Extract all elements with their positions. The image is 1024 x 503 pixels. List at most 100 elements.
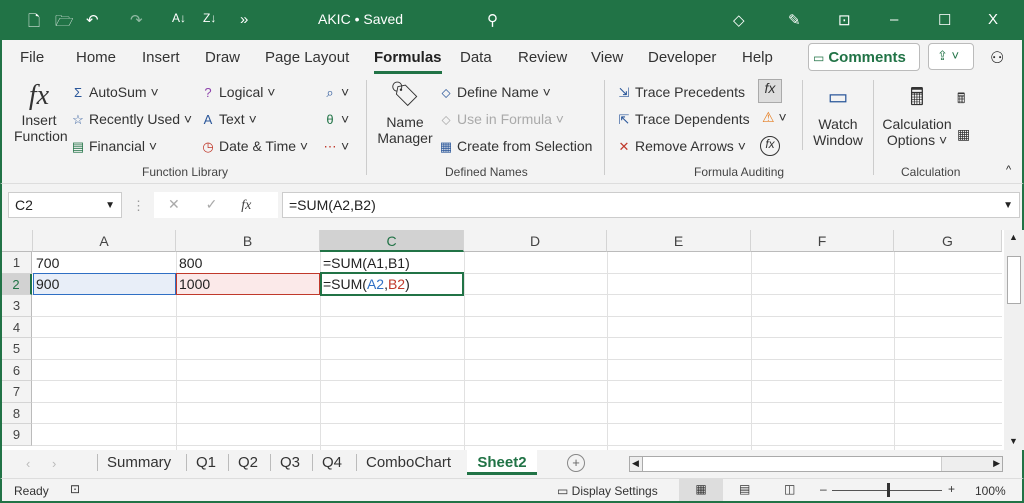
minimize-button[interactable]: – bbox=[890, 11, 898, 28]
trace-precedents-button[interactable]: ⇲ Trace Precedents bbox=[616, 84, 745, 101]
row-header[interactable]: 8 bbox=[2, 402, 32, 424]
financial-button[interactable]: ▤ Financial ˅ bbox=[70, 138, 157, 155]
sort-za-icon[interactable]: Z↓ bbox=[203, 11, 216, 25]
create-from-selection-button[interactable]: ▦ Create from Selection bbox=[438, 138, 593, 155]
sheet-tab[interactable]: Q3 bbox=[270, 454, 309, 471]
sheet-tab-active[interactable]: Sheet2 bbox=[467, 450, 537, 475]
cell-a1[interactable]: 700 bbox=[33, 255, 59, 271]
document-title[interactable]: AKIC • Saved bbox=[318, 11, 403, 27]
insert-function-icon[interactable]: fx bbox=[241, 198, 251, 213]
row-header[interactable]: 3 bbox=[2, 295, 32, 317]
sort-az-icon[interactable]: A↓ bbox=[172, 11, 186, 25]
define-name-button[interactable]: ⬦ Define Name ˅ bbox=[438, 84, 550, 101]
sheet-tab[interactable]: Q1 bbox=[186, 454, 225, 471]
display-settings-button[interactable]: ▭ Display Settings bbox=[557, 484, 658, 498]
next-sheet-icon[interactable]: › bbox=[52, 456, 56, 471]
search-icon[interactable]: ⚲ bbox=[487, 11, 498, 29]
watch-window-button[interactable]: ▭ Watch Window bbox=[810, 84, 866, 148]
sheet-tab[interactable]: ComboChart bbox=[356, 454, 460, 471]
math-trig-button[interactable]: θ ˅ bbox=[322, 111, 349, 127]
autosum-button[interactable]: Σ AutoSum ˅ bbox=[70, 84, 159, 100]
cancel-icon[interactable]: ✕ bbox=[168, 196, 180, 212]
zoom-slider-thumb[interactable] bbox=[887, 483, 890, 497]
more-icon[interactable]: » bbox=[240, 11, 248, 28]
tab-review[interactable]: Review bbox=[518, 49, 567, 66]
scroll-thumb[interactable] bbox=[1007, 256, 1021, 304]
calculate-sheet-button[interactable]: ▦ bbox=[957, 126, 970, 143]
remove-arrows-button[interactable]: ✕ Remove Arrows ˅ bbox=[616, 138, 746, 155]
vertical-scrollbar[interactable]: ▲ ▼ bbox=[1004, 230, 1024, 450]
sheet-tab[interactable]: Q4 bbox=[312, 454, 351, 471]
column-header[interactable]: F bbox=[751, 230, 894, 252]
column-header[interactable]: C bbox=[320, 230, 464, 252]
tab-page-layout[interactable]: Page Layout bbox=[265, 49, 349, 66]
formula-input[interactable]: =SUM(A2,B2) ▼ bbox=[282, 192, 1020, 218]
row-header[interactable]: 6 bbox=[2, 359, 32, 381]
cell-c2[interactable]: =SUM(A2,B2) bbox=[320, 276, 410, 292]
cell-b2[interactable]: 1000 bbox=[176, 276, 210, 292]
sheet-tab[interactable]: Q2 bbox=[228, 454, 267, 471]
column-header[interactable]: D bbox=[464, 230, 607, 252]
zoom-level[interactable]: 100% bbox=[975, 484, 1006, 498]
page-break-view-button[interactable]: ◫ bbox=[784, 482, 795, 496]
cell-b1[interactable]: 800 bbox=[176, 255, 202, 271]
trace-dependents-button[interactable]: ⇱ Trace Dependents bbox=[616, 111, 750, 128]
open-icon[interactable]: 🗁 bbox=[55, 11, 74, 36]
column-header[interactable]: E bbox=[607, 230, 751, 252]
column-header[interactable]: B bbox=[176, 230, 320, 252]
enter-icon[interactable]: ✓ bbox=[206, 196, 218, 212]
cell-a2[interactable]: 900 bbox=[33, 276, 59, 292]
pen-icon[interactable]: ✎ bbox=[788, 11, 801, 29]
undo-icon[interactable]: ↶ bbox=[86, 11, 99, 29]
add-sheet-button[interactable]: + bbox=[567, 454, 585, 472]
redo-icon[interactable]: ↷ bbox=[130, 11, 143, 29]
restore-icon[interactable]: ⊡ bbox=[838, 11, 851, 29]
tab-formulas[interactable]: Formulas bbox=[374, 49, 442, 74]
scroll-thumb[interactable] bbox=[642, 457, 942, 471]
tab-insert[interactable]: Insert bbox=[142, 49, 180, 66]
error-checking-button[interactable]: ⚠ ˅ bbox=[762, 109, 787, 126]
tab-draw[interactable]: Draw bbox=[205, 49, 240, 66]
calculation-options-button[interactable]: 🖩 Calculation Options ˅ bbox=[882, 80, 952, 148]
zoom-out-button[interactable]: – bbox=[820, 482, 827, 496]
date-time-button[interactable]: ◷ Date & Time ˅ bbox=[200, 138, 308, 155]
column-header[interactable]: G bbox=[894, 230, 1002, 252]
tab-view[interactable]: View bbox=[591, 49, 623, 66]
tab-help[interactable]: Help bbox=[742, 49, 773, 66]
calculate-now-button[interactable]: 🖩 bbox=[957, 88, 965, 112]
more-functions-button[interactable]: ⋯ ˅ bbox=[322, 138, 350, 155]
horizontal-scrollbar[interactable]: ◀ ▶ bbox=[629, 456, 1003, 472]
page-layout-view-button[interactable]: ▤ bbox=[739, 482, 750, 496]
comments-button[interactable]: ▭ Comments bbox=[808, 43, 920, 71]
tab-data[interactable]: Data bbox=[460, 49, 492, 66]
macro-record-icon[interactable]: ⊡ bbox=[70, 482, 80, 496]
column-header[interactable]: A bbox=[33, 230, 176, 252]
prev-sheet-icon[interactable]: ‹ bbox=[26, 456, 30, 471]
collapse-ribbon-icon[interactable]: ^ bbox=[1006, 164, 1011, 176]
row-header[interactable]: 1 bbox=[2, 252, 32, 274]
new-icon[interactable]: 🗋 bbox=[28, 11, 40, 36]
tab-home[interactable]: Home bbox=[76, 49, 116, 66]
row-header[interactable]: 5 bbox=[2, 338, 32, 360]
row-header[interactable]: 9 bbox=[2, 424, 32, 446]
tab-file[interactable]: File bbox=[20, 49, 44, 66]
cell-c1[interactable]: =SUM(A1,B1) bbox=[320, 255, 410, 271]
premium-icon[interactable]: ◇ bbox=[733, 11, 745, 29]
name-manager-button[interactable]: 🏷 Name Manager bbox=[376, 80, 434, 146]
row-header[interactable]: 2 bbox=[2, 273, 32, 295]
tab-developer[interactable]: Developer bbox=[648, 49, 716, 66]
name-box[interactable]: C2 ▼ bbox=[8, 192, 122, 218]
row-header[interactable]: 4 bbox=[2, 316, 32, 338]
coauthor-icon[interactable]: ⚇ bbox=[990, 48, 1004, 68]
logical-button[interactable]: ? Logical ˅ bbox=[200, 84, 275, 100]
use-in-formula-button[interactable]: ⬦ Use in Formula ˅ bbox=[438, 111, 564, 128]
evaluate-formula-button[interactable]: fx bbox=[760, 136, 780, 156]
show-formulas-button[interactable]: fx bbox=[758, 79, 782, 103]
close-button[interactable]: X bbox=[988, 11, 998, 28]
maximize-button[interactable]: ☐ bbox=[938, 11, 951, 29]
recently-used-button[interactable]: ☆ Recently Used ˅ bbox=[70, 111, 192, 128]
text-button[interactable]: A Text ˅ bbox=[200, 111, 257, 127]
sheet-tab[interactable]: Summary bbox=[97, 454, 180, 471]
share-button[interactable]: ⇪ ˅ bbox=[928, 43, 974, 70]
normal-view-button[interactable]: ▦ bbox=[679, 479, 723, 501]
